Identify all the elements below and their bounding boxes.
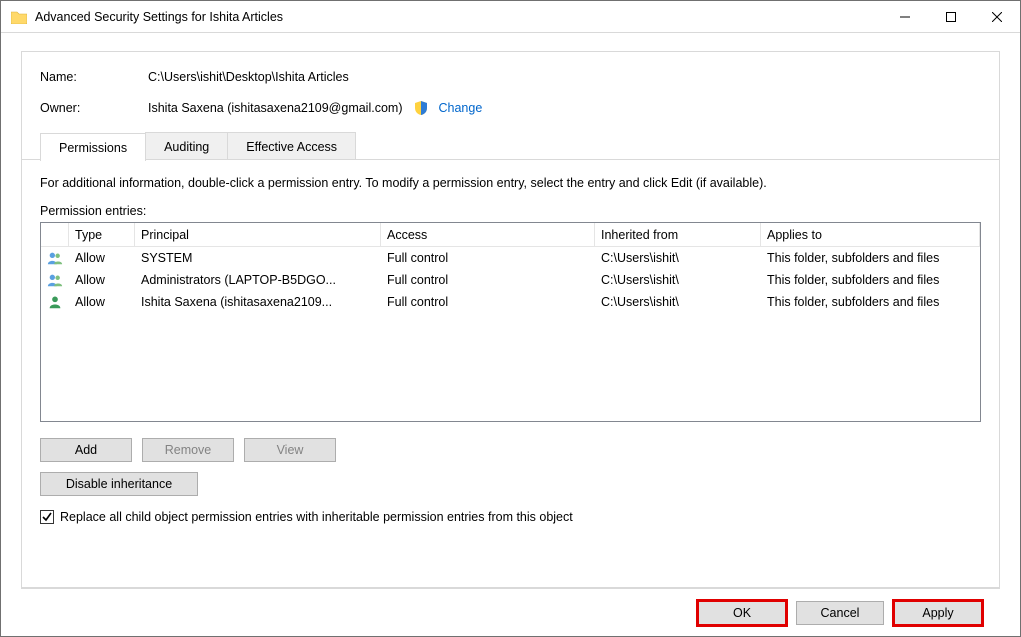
owner-value: Ishita Saxena (ishitasaxena2109@gmail.co… — [148, 101, 403, 115]
minimize-button[interactable] — [882, 1, 928, 32]
advanced-security-window: Advanced Security Settings for Ishita Ar… — [0, 0, 1021, 637]
owner-label: Owner: — [40, 101, 148, 115]
replace-child-label: Replace all child object permission entr… — [60, 510, 573, 524]
window-title: Advanced Security Settings for Ishita Ar… — [35, 10, 882, 24]
user-icon — [41, 295, 69, 309]
col-principal[interactable]: Principal — [135, 223, 381, 246]
body-panel: For additional information, double-click… — [21, 159, 1000, 588]
group-icon — [41, 273, 69, 287]
tab-auditing[interactable]: Auditing — [145, 132, 228, 160]
titlebar: Advanced Security Settings for Ishita Ar… — [1, 1, 1020, 33]
shield-icon — [413, 100, 429, 116]
permission-entries-grid[interactable]: Type Principal Access Inherited from App… — [40, 222, 981, 422]
table-row[interactable]: Allow Ishita Saxena (ishitasaxena2109...… — [41, 291, 980, 313]
header-panel: Name: C:\Users\ishit\Desktop\Ishita Arti… — [21, 51, 1000, 160]
tab-permissions[interactable]: Permissions — [40, 133, 146, 161]
cancel-button[interactable]: Cancel — [796, 601, 884, 625]
folder-icon — [11, 10, 27, 24]
view-button[interactable]: View — [244, 438, 336, 462]
tab-effective-access[interactable]: Effective Access — [227, 132, 356, 160]
col-inherited[interactable]: Inherited from — [595, 223, 761, 246]
change-owner-link[interactable]: Change — [439, 101, 483, 115]
replace-child-checkbox[interactable] — [40, 510, 54, 524]
add-button[interactable]: Add — [40, 438, 132, 462]
col-type[interactable]: Type — [69, 223, 135, 246]
remove-button[interactable]: Remove — [142, 438, 234, 462]
entries-label: Permission entries: — [40, 204, 981, 218]
tabs: Permissions Auditing Effective Access — [40, 132, 981, 160]
instructions-text: For additional information, double-click… — [40, 176, 981, 190]
name-label: Name: — [40, 70, 148, 84]
group-icon — [41, 251, 69, 265]
close-button[interactable] — [974, 1, 1020, 32]
maximize-button[interactable] — [928, 1, 974, 32]
col-applies[interactable]: Applies to — [761, 223, 980, 246]
footer: OK Cancel Apply — [21, 588, 1000, 636]
name-value: C:\Users\ishit\Desktop\Ishita Articles — [148, 70, 349, 84]
table-row[interactable]: Allow Administrators (LAPTOP-B5DGO... Fu… — [41, 269, 980, 291]
col-access[interactable]: Access — [381, 223, 595, 246]
disable-inheritance-button[interactable]: Disable inheritance — [40, 472, 198, 496]
grid-header: Type Principal Access Inherited from App… — [41, 223, 980, 247]
table-row[interactable]: Allow SYSTEM Full control C:\Users\ishit… — [41, 247, 980, 269]
apply-button[interactable]: Apply — [894, 601, 982, 625]
ok-button[interactable]: OK — [698, 601, 786, 625]
